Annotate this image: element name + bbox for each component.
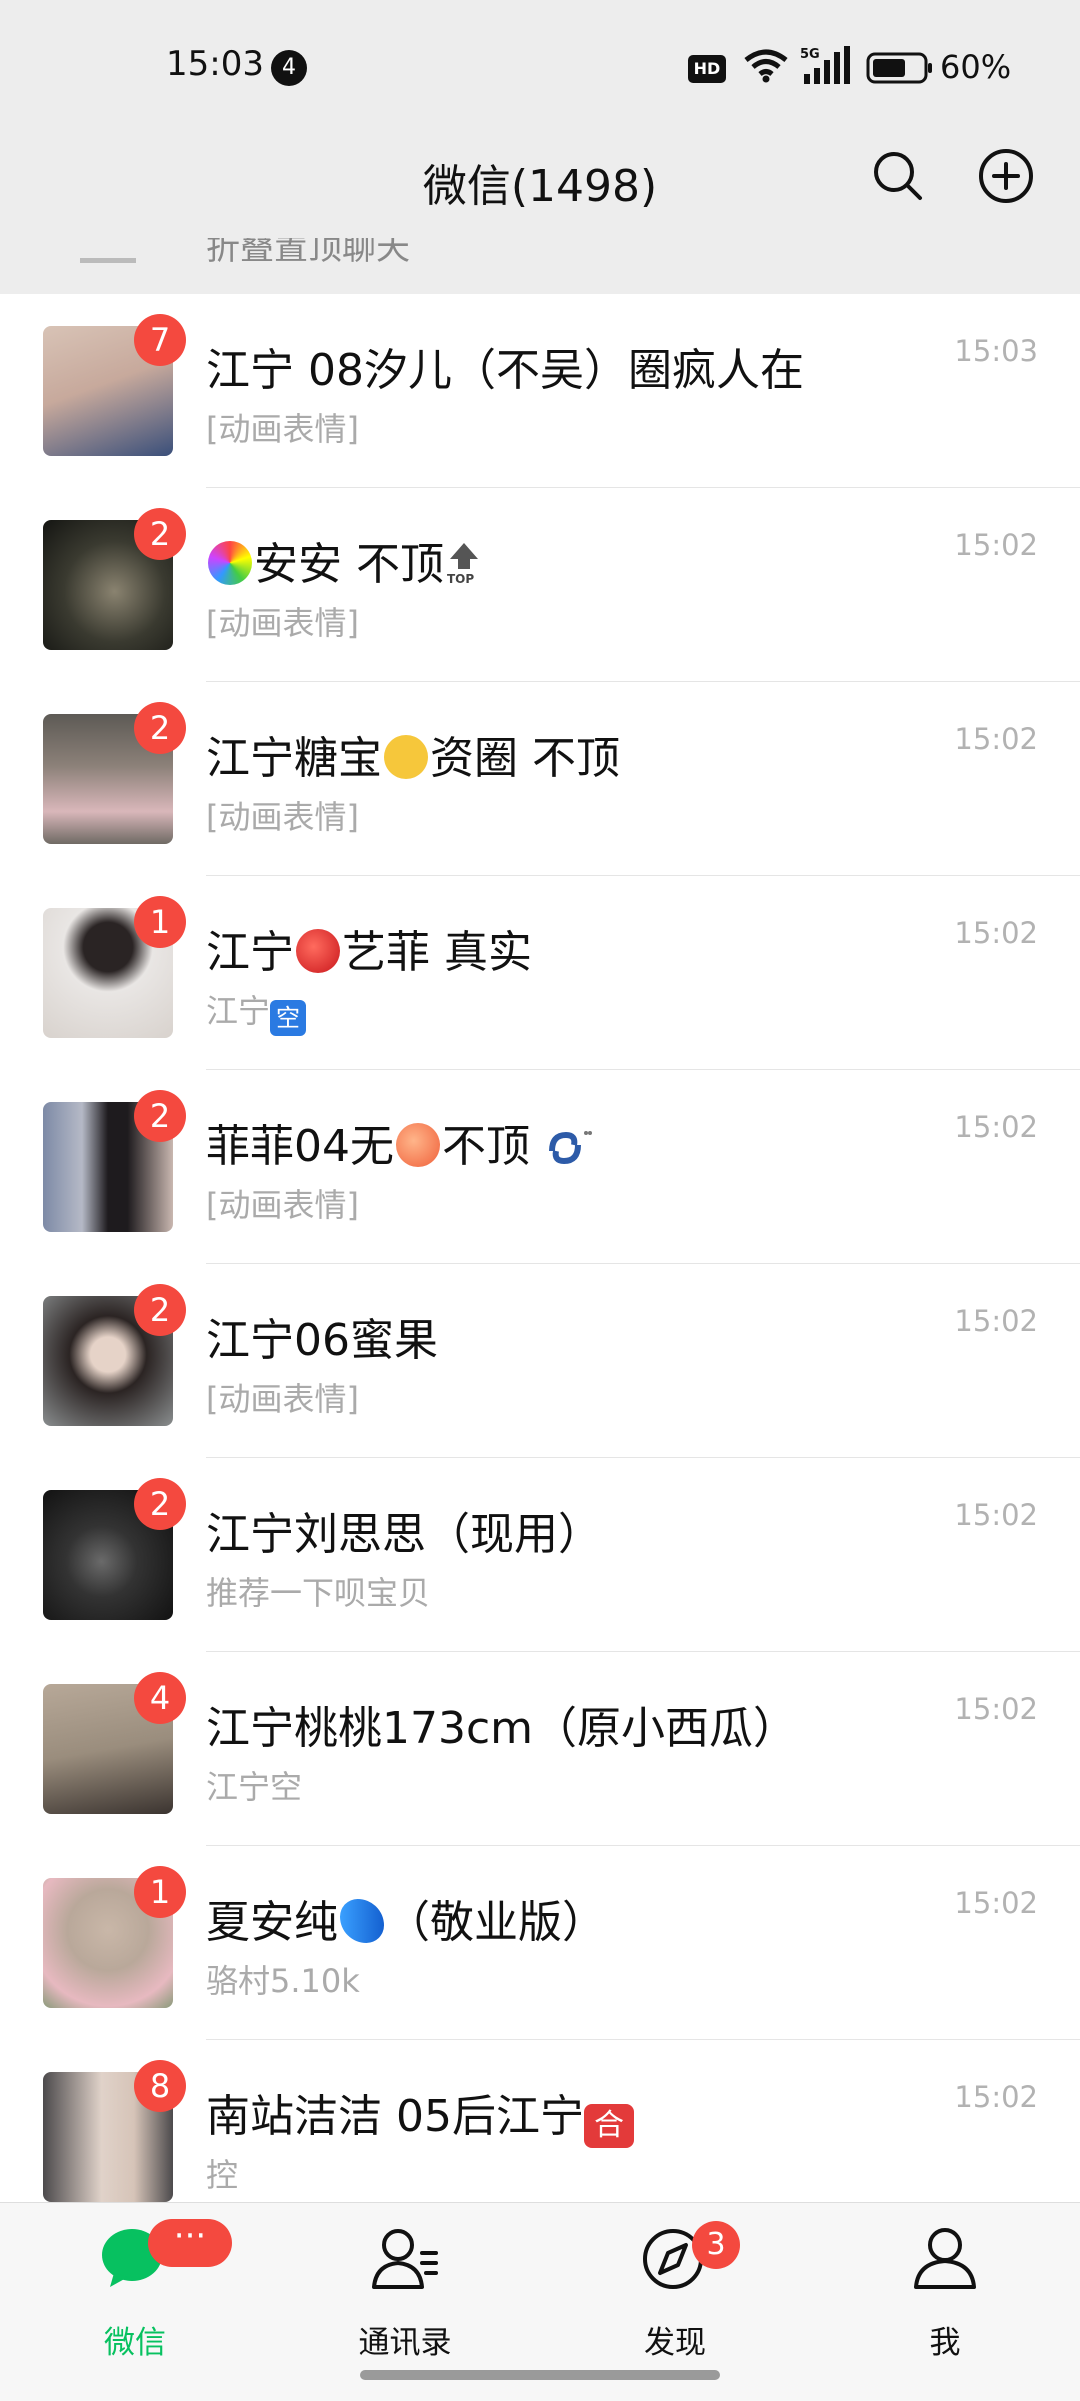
home-indicator[interactable]	[360, 2370, 720, 2380]
tab-contacts[interactable]: 通讯录	[270, 2223, 540, 2363]
smile-emoji-icon	[384, 735, 428, 779]
chat-time: 15:03	[954, 334, 1038, 368]
chat-row[interactable]: 1 夏安纯 （敬业版） 骆村5.10k 15:02	[0, 1846, 1080, 2040]
chat-row[interactable]: 2 江宁06蜜果 [动画表情] 15:02	[0, 1264, 1080, 1458]
notification-count-badge: 4	[271, 50, 307, 86]
unread-badge: 4	[134, 1672, 186, 1724]
chat-name: 南站洁洁 05后江宁合	[206, 2080, 634, 2148]
chat-time: 15:02	[954, 1498, 1038, 1532]
battery-percent: 60%	[940, 48, 1012, 86]
folded-pinned-chats[interactable]: 折叠置顶聊天	[0, 238, 1080, 295]
chat-preview: [动画表情]	[206, 604, 359, 642]
more-badge: ···	[148, 2219, 232, 2267]
chat-time: 15:02	[954, 1692, 1038, 1726]
svg-text:TOP: TOP	[447, 572, 474, 585]
unread-badge: 2	[134, 508, 186, 560]
title-bar: 微信(1498)	[0, 128, 1080, 238]
chat-time: 15:02	[954, 916, 1038, 950]
plus-circle-icon[interactable]	[976, 146, 1036, 206]
chat-row[interactable]: 1 江宁 艺菲 真实 江宁空 15:02	[0, 876, 1080, 1070]
chat-preview: [动画表情]	[206, 1380, 359, 1418]
butterfly-emoji-icon	[340, 1899, 384, 1943]
chat-name: 夏安纯 （敬业版）	[206, 1897, 606, 1948]
chat-preview: [动画表情]	[206, 1186, 359, 1224]
chat-row[interactable]: 7 江宁 08汐儿（不吴）圈疯人在 [动画表情] 15:03	[0, 294, 1080, 488]
chat-row[interactable]: 8 南站洁洁 05后江宁合 控 15:02	[0, 2040, 1080, 2202]
network-type-label: 5G	[800, 47, 820, 62]
chat-name: 江宁 08汐儿（不吴）圈疯人在	[206, 345, 804, 396]
tab-label: 我	[929, 2325, 961, 2361]
unread-badge: 7	[134, 314, 186, 366]
unread-badge: 2	[134, 1478, 186, 1530]
tab-label: 发现	[644, 2325, 706, 2361]
unread-badge: 2	[134, 1090, 186, 1142]
chat-name: 江宁06蜜果	[206, 1315, 438, 1366]
tab-me[interactable]: 我	[810, 2223, 1080, 2363]
hd-voice-icon: HD	[688, 55, 726, 83]
chat-row[interactable]: 2 菲菲04无 不顶 [动画表情] 15:02	[0, 1070, 1080, 1264]
battery-icon	[866, 52, 932, 84]
chat-preview: 推荐一下呗宝贝	[206, 1574, 431, 1612]
chat-preview: 江宁空	[206, 986, 307, 1036]
folded-list-icon	[80, 238, 136, 263]
discover-badge: 3	[692, 2221, 740, 2269]
tab-label: 通讯录	[358, 2325, 452, 2361]
chat-row[interactable]: 4 江宁桃桃173cm（原小西瓜） 江宁空 15:02	[0, 1652, 1080, 1846]
tab-chats[interactable]: ··· 微信	[0, 2219, 270, 2363]
person-icon	[914, 2228, 976, 2289]
unread-badge: 2	[134, 1284, 186, 1336]
top-arrow-icon: TOP	[447, 543, 478, 585]
chat-name: 安安 不顶 TOP	[206, 528, 484, 592]
he-tag-icon: 合	[583, 2104, 634, 2148]
chat-row[interactable]: 2 安安 不顶 TOP [动画表情] 15:02	[0, 488, 1080, 682]
folded-label: 折叠置顶聊天	[206, 238, 410, 268]
tab-discover[interactable]: 3 发现	[540, 2221, 810, 2363]
unread-badge: 2	[134, 702, 186, 754]
search-icon[interactable]	[868, 146, 928, 206]
chat-preview: 江宁空	[206, 1768, 303, 1806]
wifi-icon	[744, 49, 788, 83]
chat-time: 15:02	[954, 1110, 1038, 1144]
chat-time: 15:02	[954, 528, 1038, 562]
chat-preview: 骆村5.10k	[206, 1962, 360, 2000]
swirl-emoji-icon	[549, 1131, 592, 1165]
chat-row[interactable]: 2 江宁刘思思（现用） 推荐一下呗宝贝 15:02	[0, 1458, 1080, 1652]
unread-badge: 1	[134, 896, 186, 948]
chat-preview: 控	[206, 2156, 239, 2194]
chat-row[interactable]: 2 江宁糖宝 资圈 不顶 [动画表情] 15:02	[0, 682, 1080, 876]
chat-name: 江宁桃桃173cm（原小西瓜）	[206, 1703, 798, 1754]
chat-name: 菲菲04无 不顶	[206, 1110, 592, 1174]
chat-time: 15:02	[954, 722, 1038, 756]
chat-time: 15:02	[954, 1886, 1038, 1920]
status-bar: 15:03 4 HD 5G 60%	[0, 0, 1080, 128]
chat-preview: [动画表情]	[206, 798, 359, 836]
unread-badge: 1	[134, 1866, 186, 1918]
chat-time: 15:02	[954, 2080, 1038, 2114]
tab-label: 微信	[104, 2325, 166, 2361]
unread-badge: 8	[134, 2060, 186, 2112]
cellular-signal-icon: 5G	[800, 46, 850, 84]
chat-time: 15:02	[954, 1304, 1038, 1338]
chat-name: 江宁糖宝 资圈 不顶	[206, 733, 620, 784]
lollipop-emoji-icon	[208, 541, 252, 585]
contacts-icon	[372, 2229, 438, 2289]
chat-preview: [动画表情]	[206, 410, 359, 448]
chat-name: 江宁 艺菲 真实	[206, 927, 532, 978]
chat-list[interactable]: 7 江宁 08汐儿（不吴）圈疯人在 [动画表情] 15:03 2 安安 不顶 TO…	[0, 294, 1080, 2202]
peach-emoji-icon	[396, 1123, 440, 1167]
chat-name: 江宁刘思思（现用）	[206, 1509, 602, 1560]
apple-emoji-icon	[296, 929, 340, 973]
status-time: 15:03	[166, 44, 264, 84]
vacant-tag-icon: 空	[270, 1000, 307, 1036]
